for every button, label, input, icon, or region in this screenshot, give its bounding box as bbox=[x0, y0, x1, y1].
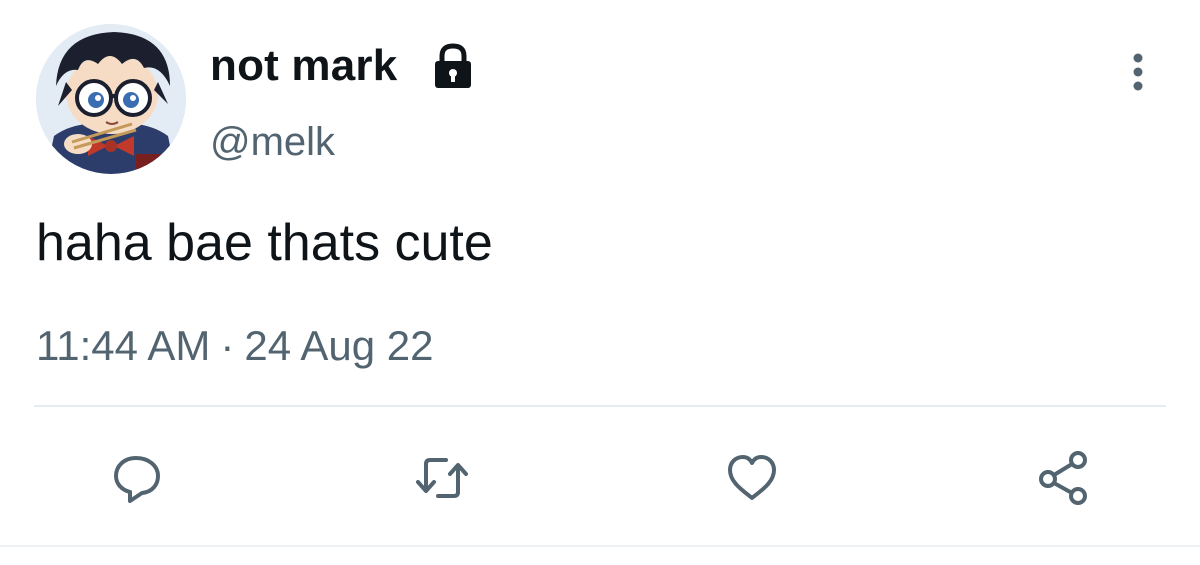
divider bbox=[34, 405, 1166, 407]
like-button[interactable] bbox=[720, 446, 784, 510]
retweet-button[interactable] bbox=[410, 446, 474, 510]
avatar[interactable] bbox=[36, 24, 186, 174]
bottom-divider bbox=[0, 545, 1200, 547]
more-vertical-icon[interactable] bbox=[1124, 50, 1152, 94]
retweet-icon bbox=[416, 458, 468, 498]
avatar-image bbox=[36, 24, 186, 174]
share-icon bbox=[1039, 451, 1087, 505]
heart-icon bbox=[728, 455, 776, 500]
share-button[interactable] bbox=[1032, 446, 1096, 510]
reply-button[interactable] bbox=[104, 446, 168, 510]
tweet-text: haha bae thats cute bbox=[36, 214, 493, 272]
tweet-timestamp[interactable]: 11:44 AM · 24 Aug 22 bbox=[36, 320, 434, 372]
comment-icon bbox=[114, 456, 160, 503]
tweet-time: 11:44 AM bbox=[36, 322, 211, 369]
meta-separator: · bbox=[220, 322, 235, 369]
lock-icon bbox=[435, 43, 471, 88]
display-name[interactable]: not mark bbox=[210, 40, 397, 92]
tweet-date: 24 Aug 22 bbox=[244, 322, 434, 369]
tweet-card: not mark @melk haha bae thats cute 11:44… bbox=[0, 0, 1200, 565]
user-handle[interactable]: @melk bbox=[210, 118, 335, 166]
